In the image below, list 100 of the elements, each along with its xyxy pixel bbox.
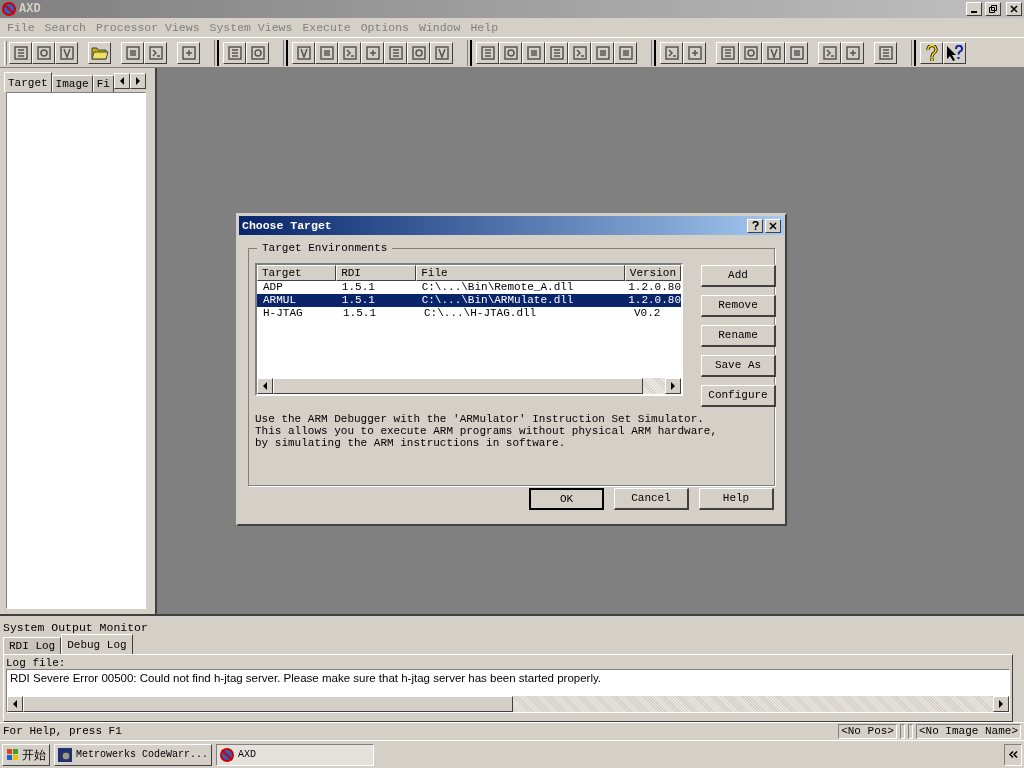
toolbar-button[interactable] [943, 41, 966, 64]
toolbar-button[interactable] [315, 41, 338, 64]
column-header[interactable]: File [416, 265, 625, 281]
close-button[interactable] [1006, 2, 1022, 16]
toolbar-button[interactable] [591, 41, 614, 64]
dialog-button[interactable]: Rename [701, 325, 776, 347]
toolbar-button[interactable] [762, 41, 785, 64]
toolbar-button[interactable] [499, 41, 522, 64]
toolbar-button[interactable] [177, 41, 200, 64]
toolbar-button[interactable] [430, 41, 453, 64]
dialog-button[interactable]: Add [701, 265, 776, 287]
column-header[interactable]: Target [257, 265, 337, 281]
toolbar-glyph-icon [844, 44, 861, 61]
toolbar-button[interactable] [384, 41, 407, 64]
column-header[interactable]: Version [624, 265, 681, 281]
column-header[interactable]: RDI [336, 265, 417, 281]
toolbar-glyph-icon [124, 44, 141, 61]
table-cell-text: C:\...\Bin\ARMulate.dll [420, 294, 575, 307]
toolbar-button[interactable] [223, 41, 246, 64]
taskbar-button[interactable]: Metrowerks CodeWarr... [54, 743, 212, 766]
dialog-button[interactable]: OK [529, 488, 604, 510]
taskbar-button[interactable]: AXD [216, 743, 374, 766]
dialog-button[interactable]: Cancel [614, 488, 689, 510]
right-arrow-icon [998, 700, 1004, 708]
toolbar-button[interactable] [614, 41, 637, 64]
toolbar-glyph-icon [35, 44, 52, 61]
toolbar-glyph-icon [525, 44, 542, 61]
toolbar-glyph-icon [341, 44, 358, 61]
app-icon [2, 2, 16, 16]
toolbar-button[interactable] [818, 41, 841, 64]
toolbar-button[interactable] [55, 41, 78, 64]
description-text: Use the ARM Debugger with the 'ARMulator' Instruction Set Simulator. [255, 413, 705, 425]
toolbar-button[interactable] [716, 41, 739, 64]
window-title: AXD [19, 1, 41, 18]
toolbar-button[interactable] [338, 41, 361, 64]
toolbar-button[interactable] [407, 41, 430, 64]
close-button[interactable] [765, 218, 781, 233]
toolbar-separator [651, 39, 656, 66]
scroll-thumb[interactable] [273, 378, 643, 394]
description-text: This allows you to execute ARM programs without physical ARM hardware, [255, 425, 719, 437]
toolbar-glyph-icon [571, 44, 588, 61]
minimize-button[interactable] [966, 2, 982, 16]
toolbar-button[interactable] [545, 41, 568, 64]
table-cell-text: C:\...\H-JTAG.dll [423, 307, 538, 320]
toolbar-grip[interactable] [4, 40, 7, 65]
toolbar-button[interactable] [246, 41, 269, 64]
toolbar-button[interactable] [785, 41, 808, 64]
scroll-thumb[interactable] [23, 696, 513, 712]
toolbar-button[interactable] [841, 41, 864, 64]
toolbar-button[interactable] [144, 41, 167, 64]
toolbar-button[interactable] [361, 41, 384, 64]
toolbar-button[interactable] [292, 41, 315, 64]
toolbar-separator [214, 39, 219, 66]
scroll-button[interactable] [257, 378, 273, 394]
toolbar-button[interactable] [9, 41, 32, 64]
toolbar-glyph-icon [788, 44, 805, 61]
toolbar-glyph-icon [502, 44, 519, 61]
toolbar-button[interactable] [683, 41, 706, 64]
toolbar-button[interactable] [522, 41, 545, 64]
toolbar-glyph-icon [364, 44, 381, 61]
start-button[interactable]: 开始 [2, 743, 50, 766]
table-row[interactable]: H-JTAG 1.5.1 C:\...\H-JTAG.dll V0.2 [257, 307, 681, 320]
panel-tab[interactable]: Fi [92, 75, 114, 92]
question-mark-icon [751, 221, 759, 230]
dialog-button[interactable]: Help [699, 488, 774, 510]
toolbar-button[interactable] [920, 41, 943, 64]
dialog-button[interactable]: Configure [701, 385, 776, 407]
log-label: Log file: [6, 656, 67, 669]
log-tab[interactable]: RDI Log [3, 637, 62, 654]
toolbar-button[interactable] [88, 41, 111, 64]
app-icon [220, 747, 234, 762]
scroll-button[interactable] [993, 696, 1009, 712]
right-arrow-icon [670, 382, 676, 390]
toolbar-button[interactable] [121, 41, 144, 64]
toolbar-glyph-icon [719, 44, 736, 61]
question-mark-icon [925, 44, 938, 61]
dialog-button[interactable]: Remove [701, 295, 776, 317]
dialog-title: Choose Target [242, 217, 333, 234]
dialog-button[interactable]: Save As [701, 355, 776, 377]
help-button[interactable] [747, 218, 763, 233]
tray-expand-button[interactable] [1004, 743, 1022, 766]
group-label: Target Environments [257, 241, 393, 255]
status-text: For Help, press F1 [3, 724, 123, 740]
toolbar-button[interactable] [476, 41, 499, 64]
scroll-button[interactable] [7, 696, 23, 712]
toolbar-button[interactable] [660, 41, 683, 64]
toolbar-button[interactable] [32, 41, 55, 64]
table-row[interactable]: ARMUL 1.5.1 C:\...\Bin\ARMulate.dll 1.2.0.80 [257, 294, 681, 307]
toolbar-button[interactable] [874, 41, 897, 64]
toolbar-button[interactable] [568, 41, 591, 64]
panel-tab[interactable]: Image [51, 75, 93, 92]
scroll-button[interactable] [665, 378, 681, 394]
toolbar-button[interactable] [739, 41, 762, 64]
table-row[interactable]: ADP 1.5.1 C:\...\Bin\Remote_A.dll 1.2.0.80 [257, 281, 681, 294]
restore-button[interactable] [985, 2, 1001, 16]
log-tab[interactable]: Debug Log [61, 634, 133, 654]
restore-icon [989, 5, 997, 13]
folder-icon [90, 45, 109, 60]
panel-tab[interactable]: Target [4, 72, 52, 92]
toolbar-glyph-icon [479, 44, 496, 61]
